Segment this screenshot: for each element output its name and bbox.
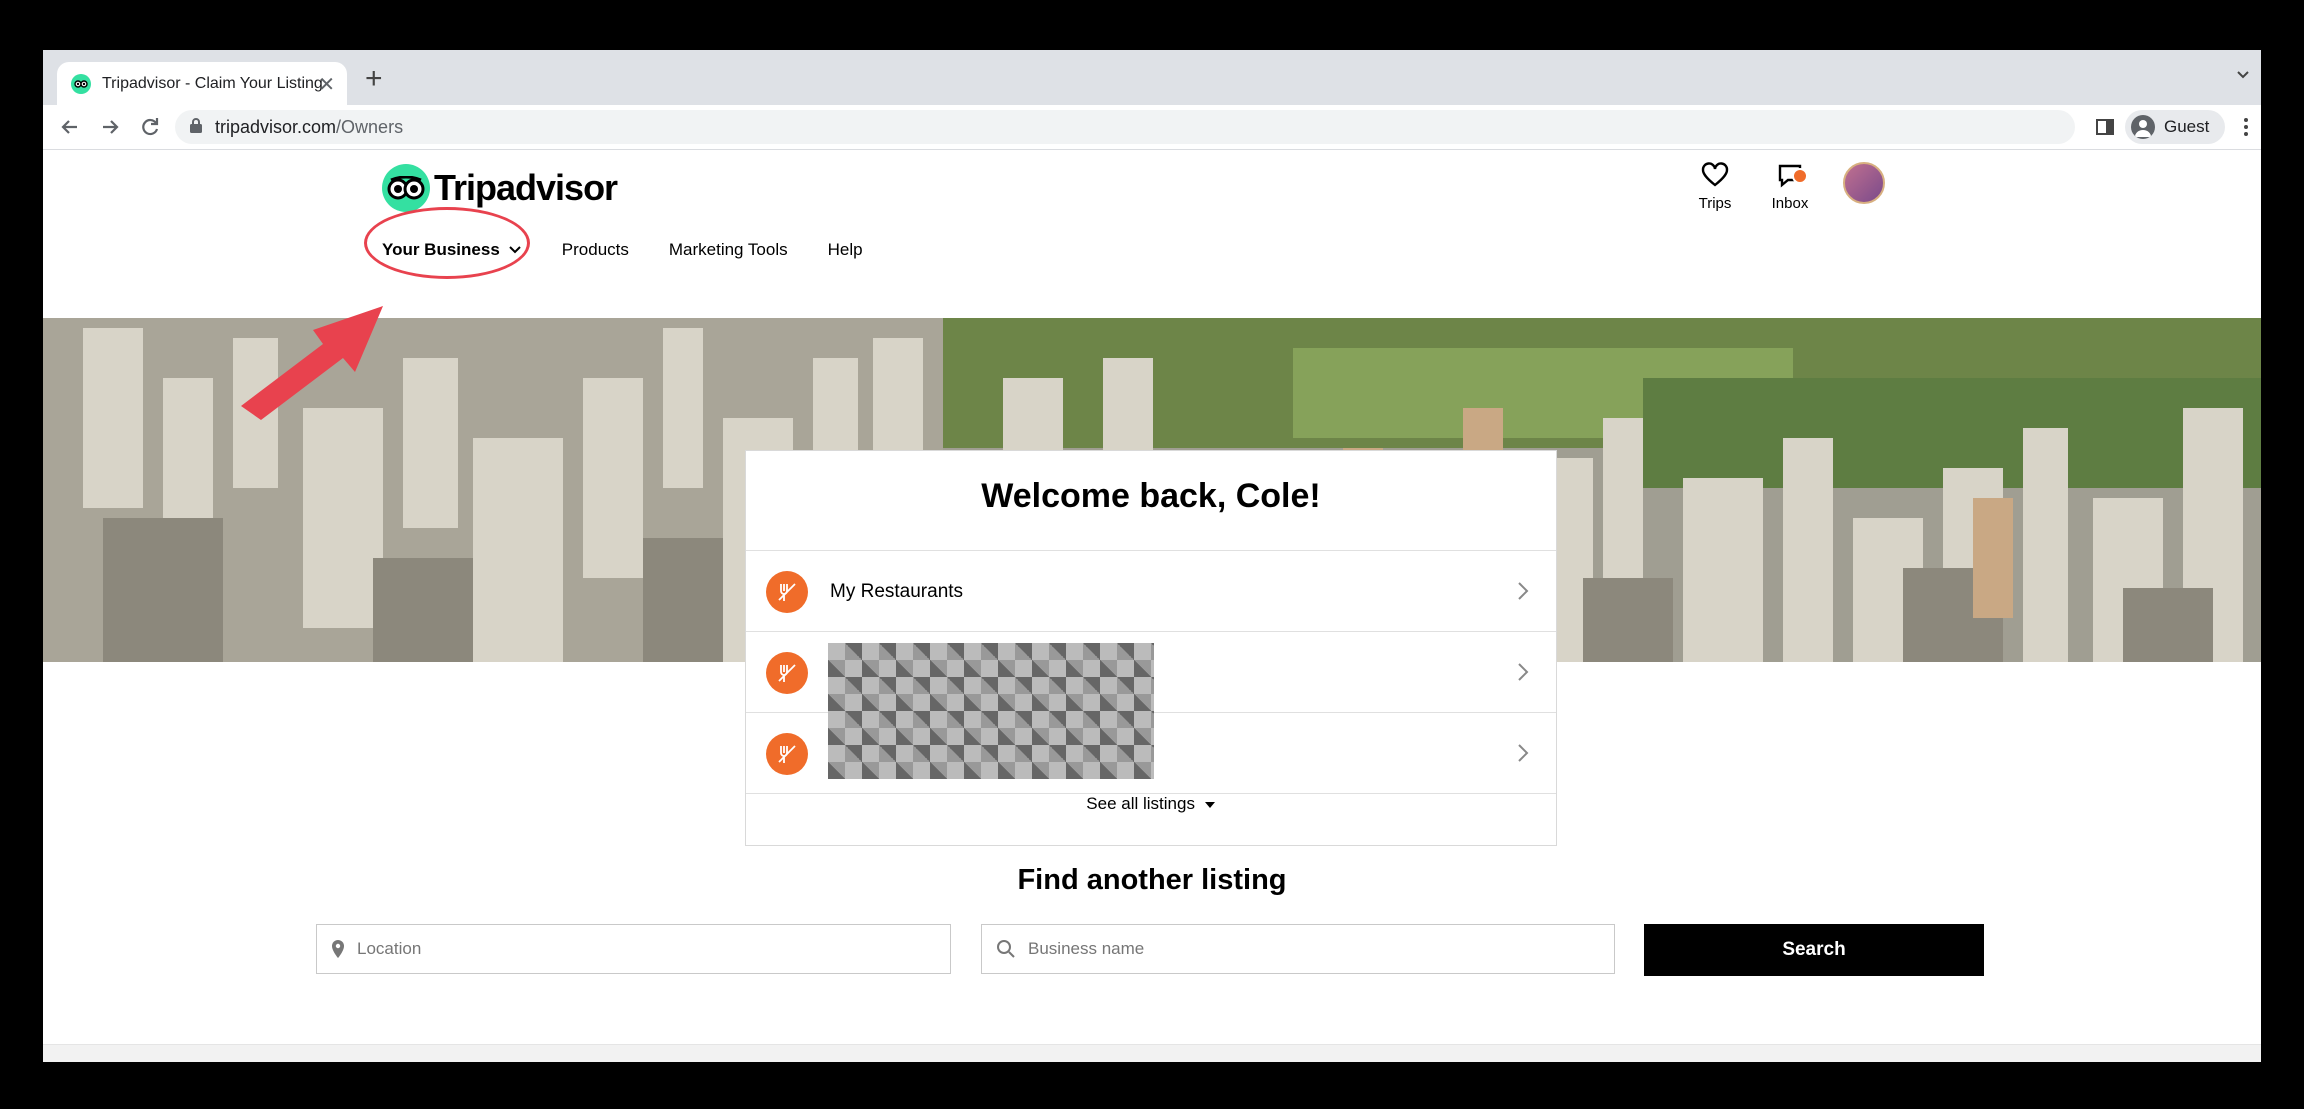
search-icon: [997, 940, 1015, 958]
tab-strip: Tripadvisor - Claim Your Listing ✕ +: [43, 50, 2261, 105]
tripadvisor-favicon-icon: [71, 73, 91, 94]
annotation-arrow-icon: [241, 306, 383, 420]
brand-wordmark: Tripadvisor: [434, 167, 618, 208]
listing-label: My Restaurants: [830, 580, 964, 602]
browser-window: Tripadvisor - Claim Your Listing ✕ + tri…: [43, 50, 2261, 1062]
location-field[interactable]: [316, 924, 951, 974]
trips-label: Trips: [1698, 195, 1732, 212]
welcome-card: Welcome back, Cole! My Restaurants See a…: [745, 450, 1557, 846]
restaurant-icon: [766, 651, 808, 694]
caret-down-icon: [1204, 802, 1215, 808]
location-input[interactable]: [355, 938, 866, 960]
find-listing-heading: Find another listing: [1017, 864, 1287, 896]
location-pin-icon: [332, 940, 344, 958]
close-tab-icon[interactable]: ✕: [318, 72, 335, 97]
annotation-circle: [364, 207, 530, 279]
restaurant-icon: [766, 570, 808, 613]
pixelated-redaction: [828, 643, 1154, 779]
footer-strip: [43, 1044, 2261, 1062]
forward-arrow-icon[interactable]: [97, 114, 123, 140]
tab-search-chevron-icon[interactable]: [2235, 66, 2251, 87]
inbox-button[interactable]: Inbox: [1760, 162, 1820, 212]
page-content: Tripadvisor Trips Inbox Your Business Pr…: [43, 150, 2261, 1062]
tripadvisor-logo[interactable]: Tripadvisor: [382, 164, 618, 212]
search-button[interactable]: Search: [1644, 924, 1984, 976]
url-text: tripadvisor.com/Owners: [215, 116, 404, 137]
business-name-input[interactable]: [1026, 938, 1536, 960]
tab-title: Tripadvisor - Claim Your Listing: [102, 74, 322, 92]
browser-toolbar: tripadvisor.com/Owners Guest: [43, 105, 2261, 150]
listing-row-my-restaurants[interactable]: My Restaurants: [746, 550, 1556, 632]
welcome-heading: Welcome back, Cole!: [981, 477, 1321, 515]
heart-icon: [1701, 162, 1729, 187]
see-all-label: See all listings: [1086, 794, 1195, 813]
nav-products[interactable]: Products: [562, 240, 629, 260]
restaurant-icon: [766, 732, 808, 775]
browser-tab[interactable]: Tripadvisor - Claim Your Listing ✕: [57, 62, 347, 105]
lock-icon[interactable]: [189, 117, 203, 138]
address-bar[interactable]: tripadvisor.com/Owners: [175, 110, 2075, 144]
back-arrow-icon[interactable]: [57, 114, 83, 140]
browser-menu-icon[interactable]: [2243, 117, 2249, 142]
side-panel-icon[interactable]: [2095, 117, 2115, 142]
user-avatar[interactable]: [1843, 162, 1885, 204]
notification-badge: [1792, 168, 1808, 184]
profile-button[interactable]: Guest: [2125, 110, 2225, 144]
trips-button[interactable]: Trips: [1685, 162, 1745, 212]
business-name-field[interactable]: [981, 924, 1615, 974]
see-all-listings-link[interactable]: See all listings: [746, 794, 1556, 814]
nav-marketing-tools[interactable]: Marketing Tools: [669, 240, 788, 260]
chevron-right-icon: [1518, 663, 1529, 681]
new-tab-icon[interactable]: +: [365, 64, 383, 94]
reload-icon[interactable]: [137, 114, 163, 140]
owl-logo-icon: [382, 164, 430, 212]
chevron-right-icon: [1518, 582, 1529, 600]
guest-avatar-icon: [2131, 115, 2155, 139]
inbox-label: Inbox: [1771, 195, 1809, 212]
nav-help[interactable]: Help: [828, 240, 863, 260]
chevron-right-icon: [1518, 744, 1529, 762]
profile-label: Guest: [2164, 117, 2210, 136]
